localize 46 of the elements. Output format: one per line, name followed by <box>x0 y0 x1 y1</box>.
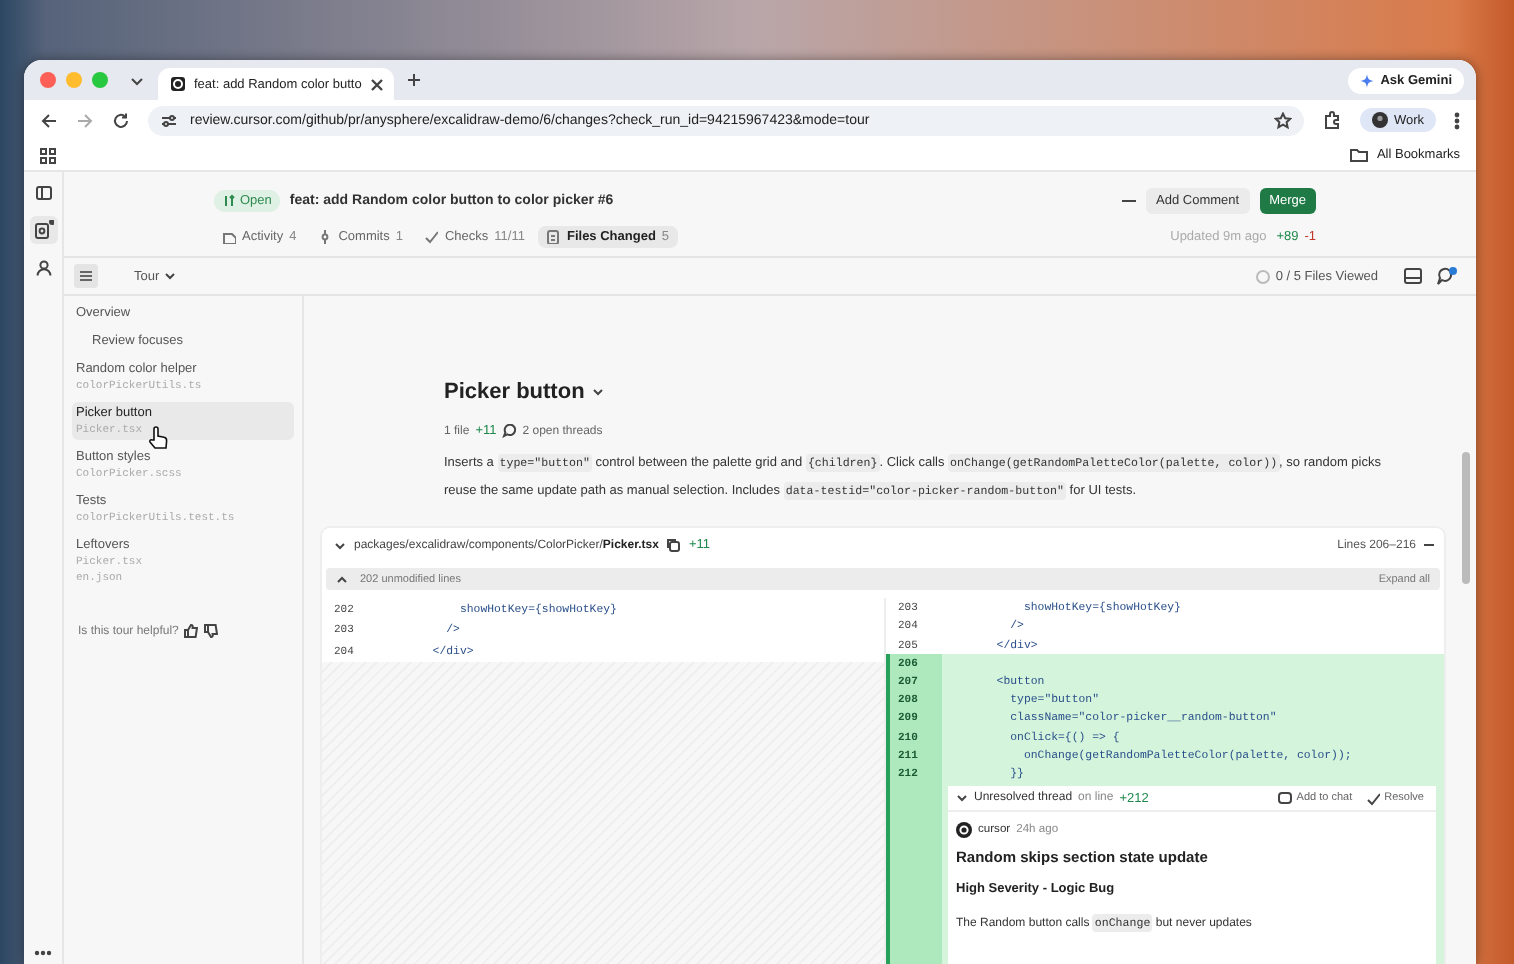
thumbs-down-icon[interactable] <box>204 624 219 638</box>
comment-icon <box>222 229 236 243</box>
thumbs-up-icon[interactable] <box>184 624 199 638</box>
circle-icon <box>1255 269 1270 283</box>
chat-icon <box>1278 791 1293 806</box>
chevron-up-icon <box>336 573 348 585</box>
extensions-icon[interactable] <box>1321 110 1342 130</box>
hand-cursor-icon <box>148 426 168 450</box>
site-settings-icon <box>160 111 178 129</box>
back-icon[interactable] <box>40 111 58 129</box>
comments-icon[interactable] <box>1436 265 1458 287</box>
panel-icon[interactable] <box>1404 268 1422 284</box>
more-vertical-icon[interactable] <box>1454 111 1460 129</box>
window-control-dot[interactable] <box>92 72 108 88</box>
reload-icon[interactable] <box>112 111 130 129</box>
avatar-icon <box>956 822 972 839</box>
close-icon <box>369 77 384 91</box>
person-icon[interactable] <box>35 260 51 276</box>
sparkle-icon <box>1360 73 1375 87</box>
check-icon <box>1366 791 1381 806</box>
review-icon[interactable] <box>33 220 53 240</box>
sidebar-toggle-icon[interactable] <box>35 186 51 200</box>
new-tab-icon[interactable] <box>406 72 422 88</box>
check-icon <box>424 229 439 243</box>
apps-grid-icon[interactable] <box>40 147 56 163</box>
folder-icon <box>1350 148 1369 162</box>
chevron-down-icon[interactable] <box>592 386 605 398</box>
avatar-icon <box>1371 112 1388 128</box>
list-icon[interactable] <box>74 264 98 288</box>
section-title: Picker button <box>444 380 585 404</box>
copy-icon[interactable] <box>666 538 681 552</box>
chevron-down-icon[interactable] <box>334 539 346 551</box>
more-icon[interactable] <box>34 950 52 956</box>
file-icon <box>546 229 561 243</box>
comment-icon <box>502 424 517 438</box>
window-control-dot[interactable] <box>40 72 56 88</box>
app-logo-icon <box>170 76 186 92</box>
commit-icon <box>318 229 333 243</box>
chevron-down-icon[interactable] <box>956 792 968 805</box>
bookmark-star-icon[interactable] <box>1273 111 1292 129</box>
more-icon[interactable] <box>1122 197 1137 203</box>
merge-request-icon <box>222 193 236 207</box>
window-control-dot[interactable] <box>66 72 82 88</box>
more-icon[interactable] <box>1424 542 1434 548</box>
scrollbar-thumb[interactable] <box>1462 452 1470 584</box>
chevron-down-icon <box>163 270 176 282</box>
